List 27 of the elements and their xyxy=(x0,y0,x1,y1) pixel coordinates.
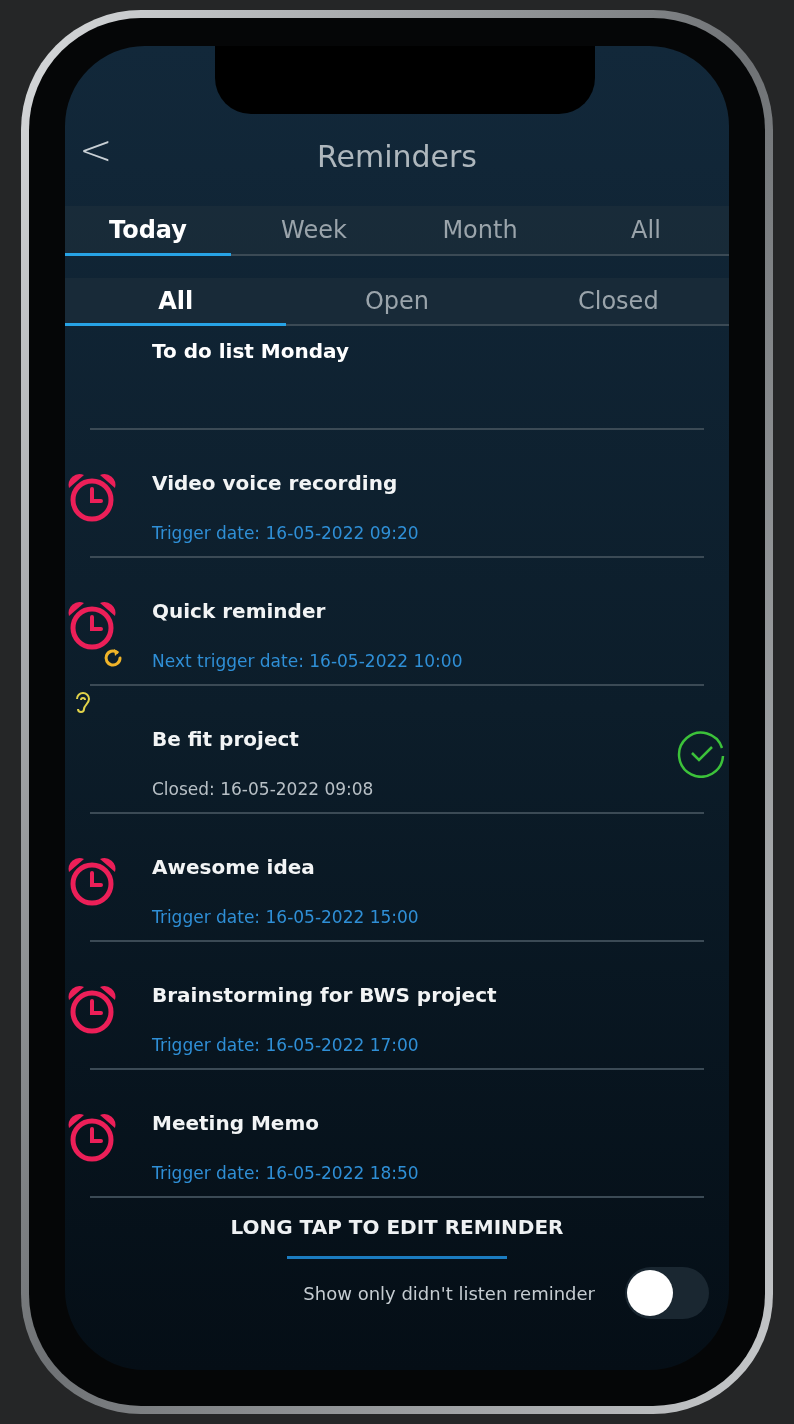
hint-text: LONG TAP TO EDIT REMINDER xyxy=(230,1214,564,1241)
period-tab[interactable]: Month xyxy=(397,206,563,256)
back-button[interactable]: < xyxy=(79,130,113,170)
reminder-title: Video voice recording xyxy=(152,470,399,496)
reminder-title: Brainstorming for BWS project xyxy=(152,982,498,1008)
period-tab[interactable]: All xyxy=(563,206,729,256)
screen-title: Reminders xyxy=(317,137,477,176)
reminder-title: To do list Monday xyxy=(152,338,349,365)
reminder-date: Closed: 16-05-2022 09:08 xyxy=(152,778,375,800)
ear-icon xyxy=(73,690,91,714)
reminder-title: Awesome idea xyxy=(152,854,316,880)
period-tab[interactable]: Week xyxy=(231,206,397,256)
reminder-date: Trigger date: 16-05-2022 18:50 xyxy=(152,1162,420,1184)
status-tab[interactable]: Open xyxy=(286,278,508,326)
toggle-switch[interactable] xyxy=(625,1267,709,1319)
period-tab[interactable]: Today xyxy=(65,206,231,256)
reminder-date: Trigger date: 16-05-2022 09:20 xyxy=(152,522,420,544)
reminder-title: Quick reminder xyxy=(152,598,327,624)
check-circle-icon xyxy=(677,728,727,778)
reminder-title: Be fit project xyxy=(152,726,300,752)
reminder-title: Meeting Memo xyxy=(152,1110,320,1136)
reminder-date: Trigger date: 16-05-2022 17:00 xyxy=(152,1034,420,1056)
status-tab[interactable]: Closed xyxy=(507,278,729,326)
toggle-label: Show only didn't listen reminder xyxy=(303,1281,595,1306)
reminder-date: Next trigger date: 16-05-2022 10:00 xyxy=(152,650,464,672)
reminder-date: Trigger date: 16-05-2022 15:00 xyxy=(152,906,420,928)
status-tab[interactable]: All xyxy=(65,278,287,326)
